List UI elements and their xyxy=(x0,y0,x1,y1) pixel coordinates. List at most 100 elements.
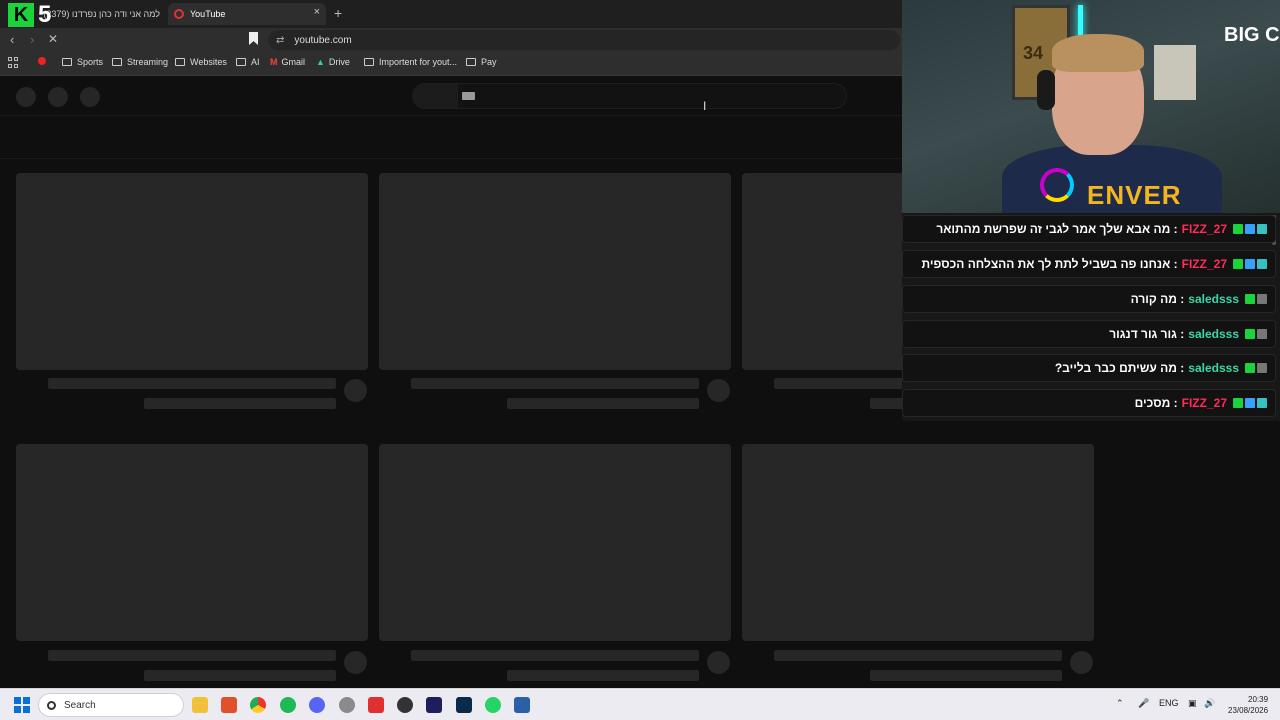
meta-placeholder xyxy=(870,670,1062,681)
apps-grid-icon[interactable] xyxy=(8,57,19,68)
chat-badges xyxy=(1233,398,1267,408)
bookmark-drive[interactable]: ▲ Drive xyxy=(316,57,350,67)
back-icon[interactable]: ‹ xyxy=(10,32,14,47)
chat-message: FIZZ_27 : מסכים xyxy=(902,389,1276,417)
taskbar-search-label: Search xyxy=(64,699,96,711)
notepad-icon[interactable] xyxy=(514,697,530,713)
avatar-placeholder xyxy=(344,379,367,402)
sword-badge-icon xyxy=(1257,329,1267,339)
address-bar[interactable]: ⇄ youtube.com xyxy=(268,30,900,50)
close-tab-icon[interactable]: × xyxy=(314,6,320,18)
avatar-placeholder xyxy=(707,379,730,402)
bookmark-gmail[interactable]: M Gmail xyxy=(270,57,305,67)
video-thumbnail-placeholder xyxy=(379,173,731,370)
microphone-icon[interactable]: 🎤 xyxy=(1138,698,1149,709)
network-icon[interactable]: ▣ xyxy=(1188,698,1197,709)
streamer-hair xyxy=(1052,34,1144,72)
bookmark-sports[interactable]: Sports xyxy=(62,57,103,67)
youtube-loading-icon xyxy=(174,9,184,19)
subscriber-badge-icon xyxy=(1245,224,1255,234)
folder-icon xyxy=(466,58,476,66)
avatar-placeholder xyxy=(707,651,730,674)
rgb-ring xyxy=(1040,168,1074,202)
tab-youtube[interactable]: YouTube × xyxy=(168,3,326,25)
kick-badge-icon xyxy=(1233,398,1243,408)
site-info-icon[interactable]: ⇄ xyxy=(276,35,284,46)
video-thumbnail-placeholder xyxy=(16,173,368,370)
search-icon xyxy=(47,700,56,710)
chat-text: : מסכים xyxy=(1134,396,1178,410)
language-indicator[interactable]: ENG xyxy=(1159,698,1179,708)
bookmark-important[interactable]: Importent for yout... xyxy=(364,57,457,67)
video-thumbnail-placeholder xyxy=(16,444,368,641)
avatar-placeholder xyxy=(1070,651,1093,674)
file-explorer-icon[interactable] xyxy=(192,697,208,713)
chat-message: saledsss : מה עשיתם כבר בלייב? xyxy=(902,354,1276,382)
youtube-bookmark-icon[interactable] xyxy=(38,57,51,65)
gift-badge-icon xyxy=(1257,224,1267,234)
show-hidden-icons[interactable]: ⌃ xyxy=(1116,698,1124,709)
windows-start-icon[interactable] xyxy=(14,697,30,713)
kick-badge-icon xyxy=(1245,294,1255,304)
chat-username[interactable]: saledsss xyxy=(1188,361,1239,375)
title-placeholder xyxy=(48,650,336,661)
chrome-icon[interactable] xyxy=(250,697,266,713)
chat-text: : אנחנו פה בשביל לתת לך את ההצלחה הכספית xyxy=(921,257,1178,271)
bookmark-websites[interactable]: Websites xyxy=(175,57,227,67)
photoshop-icon[interactable] xyxy=(456,697,472,713)
settings-gear-icon[interactable] xyxy=(339,697,355,713)
chat-badges xyxy=(1233,259,1267,269)
system-clock[interactable]: 20:39 23/08/2026 xyxy=(1228,694,1268,716)
bookmark-icon[interactable] xyxy=(249,32,258,45)
chat-username[interactable]: saledsss xyxy=(1188,292,1239,306)
subscriber-badge-icon xyxy=(1245,398,1255,408)
chat-message: saledsss : גור גור דנגור xyxy=(902,320,1276,348)
title-placeholder xyxy=(48,378,336,389)
stop-loading-icon[interactable]: ✕ xyxy=(48,32,58,46)
meta-placeholder xyxy=(144,398,336,409)
title-placeholder xyxy=(411,378,699,389)
premiere-pro-icon[interactable] xyxy=(426,697,442,713)
meta-placeholder xyxy=(507,670,699,681)
folder-icon xyxy=(175,58,185,66)
folder-icon xyxy=(112,58,122,66)
obs-icon[interactable] xyxy=(397,697,413,713)
video-thumbnail-placeholder xyxy=(379,444,731,641)
chat-badges xyxy=(1245,329,1267,339)
kick-badge-icon xyxy=(1245,329,1255,339)
chat-message: FIZZ_27 : אנחנו פה בשביל לתת לך את ההצלח… xyxy=(902,250,1276,278)
spotify-icon[interactable] xyxy=(280,697,296,713)
clock-time: 20:39 xyxy=(1248,695,1269,704)
keyboard-icon[interactable] xyxy=(462,92,475,100)
chat-text: : מה אבא שלך אמר לגבי זה שפרשת מהתואר xyxy=(936,222,1178,236)
channel-five-logo: 5 xyxy=(38,1,52,28)
taskbar-search[interactable]: Search xyxy=(38,693,184,717)
brave-browser-icon[interactable] xyxy=(221,697,237,713)
meta-placeholder xyxy=(507,398,699,409)
gift-badge-icon xyxy=(1257,398,1267,408)
sword-badge-icon xyxy=(1257,363,1267,373)
chat-username[interactable]: saledsss xyxy=(1188,327,1239,341)
chat-username[interactable]: FIZZ_27 xyxy=(1182,396,1227,410)
bookmark-pay[interactable]: Pay xyxy=(466,57,497,67)
volume-icon[interactable]: 🔊 xyxy=(1204,698,1215,709)
tab-video-label: למה אני ודה כהן נפרדנו (2379) xyxy=(43,9,160,19)
discord-icon[interactable] xyxy=(309,697,325,713)
folder-icon xyxy=(364,58,374,66)
windows-taskbar: Search ⌃ 🎤 ENG ▣ 🔊 20:39 23/08/2026 xyxy=(0,688,1280,720)
chat-username[interactable]: FIZZ_27 xyxy=(1182,257,1227,271)
kick-badge-icon xyxy=(1233,259,1243,269)
clock-date: 23/08/2026 xyxy=(1228,706,1269,715)
subscriber-badge-icon xyxy=(1245,259,1255,269)
search-box-placeholder[interactable] xyxy=(412,83,847,109)
video-thumbnail-placeholder xyxy=(742,444,1094,641)
folder-icon xyxy=(236,58,246,66)
opera-icon[interactable] xyxy=(368,697,384,713)
bookmark-streaming[interactable]: Streaming xyxy=(112,57,168,67)
bookmark-ai[interactable]: AI xyxy=(236,57,260,67)
chat-username[interactable]: FIZZ_27 xyxy=(1182,222,1227,236)
whatsapp-icon[interactable] xyxy=(485,697,501,713)
logo-placeholder xyxy=(48,87,68,107)
forward-icon[interactable]: › xyxy=(30,32,34,47)
new-tab-button[interactable]: + xyxy=(334,5,342,21)
